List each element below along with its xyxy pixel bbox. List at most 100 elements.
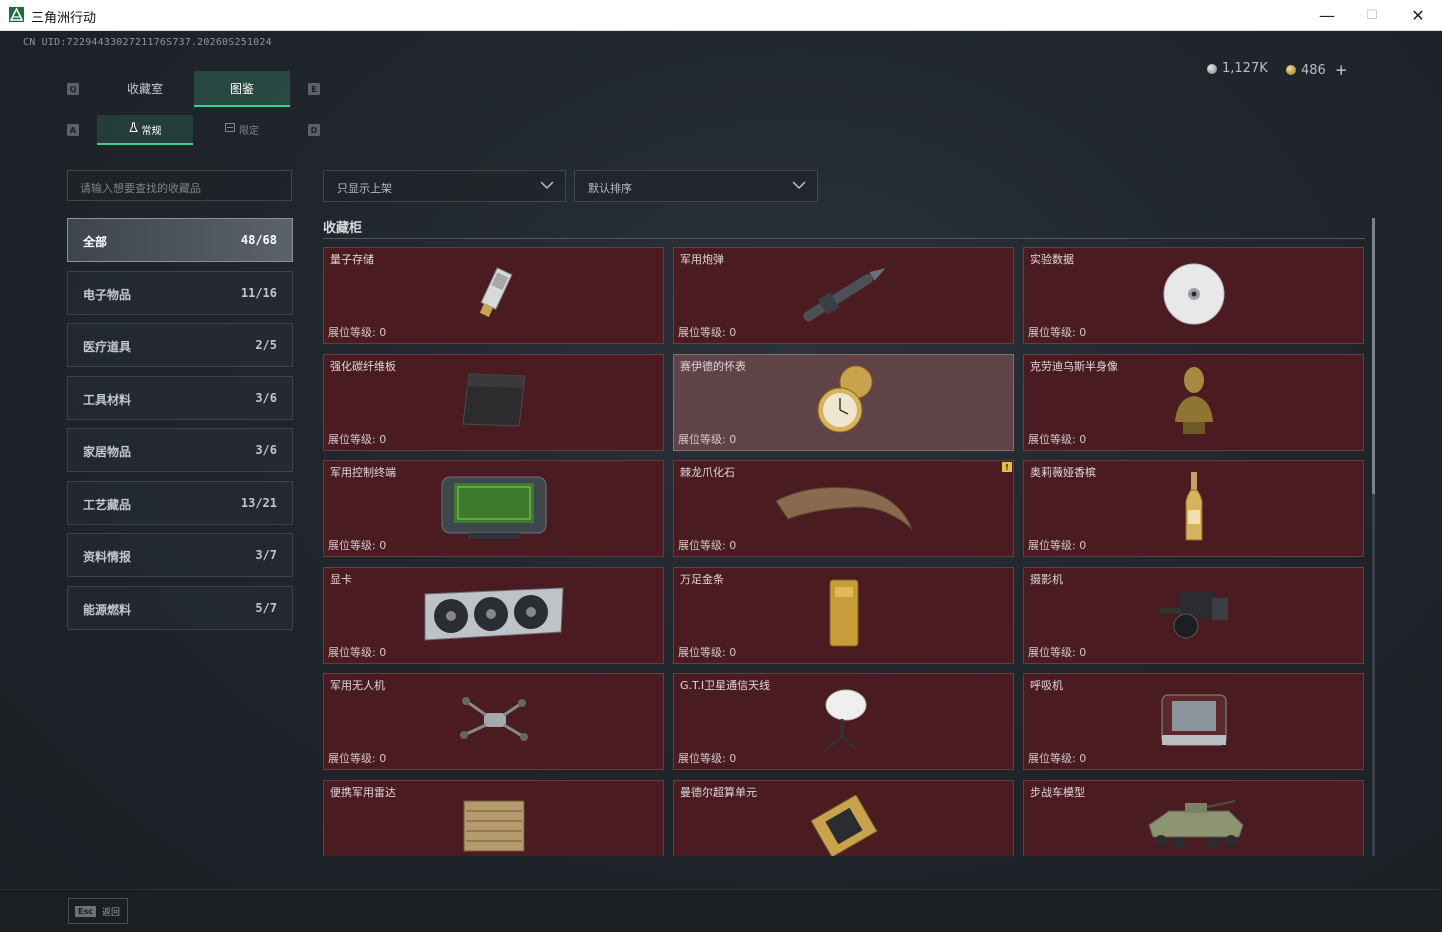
minimize-button[interactable]: — — [1304, 0, 1350, 30]
collection-card[interactable]: 步战车模型展位等级: 0 — [1023, 779, 1364, 856]
category-label: 全部 — [83, 235, 108, 249]
collection-card[interactable]: 实验数据 展位等级: 0 — [1023, 247, 1364, 344]
item-name: 万足金条 — [680, 572, 724, 586]
back-button[interactable]: Esc 返回 — [68, 898, 128, 924]
category-label: 能源燃料 — [83, 602, 132, 617]
shelf-filter-value: 只显示上架 — [337, 182, 392, 195]
item-name: 赛伊德的怀表 — [680, 359, 746, 373]
collection-card[interactable]: 摄影机 展位等级: 0 — [1023, 566, 1364, 664]
champagne-icon — [1183, 470, 1205, 548]
hotkey-e-icon: E — [308, 83, 320, 95]
collection-card[interactable]: 军用炮弹 展位等级: 0 — [673, 247, 1014, 344]
display-level: 展位等级: 0 — [328, 326, 387, 339]
collection-grid: 量子存储 展位等级: 0 军用炮弹 展位等级: 0 实验数据 展位等级: 0 强化碳纤维板展… — [323, 245, 1365, 856]
category-count: 3/6 — [255, 443, 277, 457]
add-currency-button[interactable]: + — [1335, 61, 1348, 79]
collection-card[interactable]: 量子存储展位等级: 0 — [323, 247, 664, 344]
category-label: 医疗道具 — [83, 340, 132, 354]
item-name: 克劳迪乌斯半身像 — [1030, 359, 1118, 373]
maximize-button[interactable]: ☐ — [1349, 0, 1395, 30]
collection-card[interactable]: 显卡 展位等级: 0 — [323, 566, 664, 664]
chevron-down-icon — [539, 179, 555, 194]
search-input[interactable]: 请输入想要查找的收藏品 — [67, 170, 292, 201]
category-item[interactable]: 医疗道具 2/5 — [67, 323, 293, 367]
category-item[interactable]: 家居物品 3/6 — [67, 428, 293, 472]
collection-card[interactable]: G.T.I卫星通信天线 展位等级: 0 — [673, 673, 1014, 770]
tab-collection-room[interactable]: 收藏室 — [97, 71, 193, 105]
display-level: 展位等级: 0 — [1028, 752, 1087, 765]
display-level: 展位等级: 0 — [328, 645, 387, 659]
carbon-plate-icon — [459, 368, 529, 436]
item-name: 奥莉薇娅香槟 — [1030, 466, 1096, 479]
camera-icon — [1156, 578, 1232, 652]
scrollbar-thumb[interactable] — [1372, 218, 1375, 494]
category-item[interactable]: 工具材料 3/6 — [67, 375, 293, 420]
footer-bar — [0, 889, 1442, 932]
section-divider — [323, 238, 1365, 239]
collection-card[interactable]: 棘龙爪化石 展位等级: 0! — [673, 460, 1014, 557]
item-name: 实验数据 — [1030, 253, 1074, 266]
maximize-icon: ☐ — [1366, 7, 1378, 23]
close-button[interactable]: ✕ — [1395, 0, 1441, 30]
window-titlebar: 三角洲行动 — ☐ ✕ — [0, 0, 1442, 31]
collection-card[interactable]: 万足金条展位等级: 0 — [673, 566, 1014, 664]
category-item[interactable]: 全部 48/68 — [67, 218, 293, 262]
player-uid: CN UID:7229443302721176S737.20260S251024 — [23, 37, 272, 48]
ifv-model-icon — [1139, 795, 1249, 856]
category-item[interactable]: 资料情报 3/7 — [67, 533, 293, 577]
collection-card[interactable]: 克劳迪乌斯半身像 展位等级: 0 — [1023, 353, 1364, 451]
hotkey-q-icon: Q — [67, 83, 79, 95]
window-title: 三角洲行动 — [31, 11, 97, 26]
minimize-icon: — — [1319, 5, 1335, 25]
collection-card[interactable]: 赛伊德的怀表 展位等级: 0 — [673, 353, 1014, 451]
collection-card[interactable]: 军用无人机 展位等级: 0 — [323, 673, 664, 770]
display-level: 展位等级: 0 — [678, 432, 737, 446]
limited-icon — [225, 123, 235, 135]
category-label: 资料情报 — [83, 550, 132, 564]
shelf-filter-dropdown[interactable]: 只显示上架 — [323, 170, 566, 202]
item-name: 强化碳纤维板 — [330, 359, 396, 373]
satellite-dish-icon — [812, 685, 876, 759]
disc-icon — [1162, 262, 1226, 330]
flask-icon — [128, 122, 138, 136]
collection-card[interactable]: 便携军用雷达展位等级: 0 — [323, 779, 664, 856]
display-level: 展位等级: 0 — [678, 752, 737, 765]
silver-amount: 1,127K — [1222, 61, 1268, 76]
item-name: 摄影机 — [1030, 572, 1063, 586]
category-count: 48/68 — [240, 233, 277, 247]
subtab-regular[interactable]: 常规 — [97, 115, 193, 145]
gold-currency: 486 + — [1286, 61, 1347, 79]
item-name: 呼吸机 — [1030, 679, 1063, 692]
category-item[interactable]: 工艺藏品 13/21 — [67, 480, 293, 525]
tab-label: 图鉴 — [229, 81, 254, 96]
item-name: 军用炮弹 — [680, 253, 724, 266]
gold-bar-icon — [827, 577, 861, 653]
category-label: 电子物品 — [83, 287, 132, 302]
artillery-shell-icon — [789, 259, 899, 333]
collection-card[interactable]: 曼德尔超算单元展位等级: 0 — [673, 779, 1014, 856]
item-name: 便携军用雷达 — [330, 785, 396, 799]
back-label: 返回 — [101, 907, 120, 918]
category-item[interactable]: 电子物品 11/16 — [67, 270, 293, 315]
collection-card[interactable]: 强化碳纤维板 展位等级: 0 — [323, 353, 664, 451]
collection-card[interactable]: 奥莉薇娅香槟 展位等级: 0 — [1023, 460, 1364, 557]
collection-card[interactable]: 呼吸机展位等级: 0 — [1023, 673, 1364, 770]
new-badge-icon: ! — [1002, 462, 1012, 472]
sort-dropdown[interactable]: 默认排序 — [574, 170, 818, 202]
subtab-limited[interactable]: 限定 — [194, 115, 290, 143]
item-name: 曼德尔超算单元 — [680, 785, 757, 799]
category-count: 13/21 — [240, 495, 277, 510]
subtab-label: 常规 — [141, 125, 162, 137]
bust-icon — [1169, 360, 1219, 444]
subtab-label: 限定 — [239, 125, 259, 137]
item-name: 量子存储 — [330, 253, 374, 266]
control-terminal-icon — [438, 471, 550, 547]
collection-card[interactable]: 军用控制终端 展位等级: 0 — [323, 460, 664, 557]
claw-fossil-icon — [770, 479, 918, 539]
close-icon: ✕ — [1411, 5, 1425, 25]
tab-label: 收藏室 — [126, 81, 163, 96]
tab-codex[interactable]: 图鉴 — [194, 71, 290, 107]
display-level: 展位等级: 0 — [678, 645, 737, 659]
category-item[interactable]: 能源燃料 5/7 — [67, 585, 293, 630]
sort-value: 默认排序 — [588, 182, 632, 195]
